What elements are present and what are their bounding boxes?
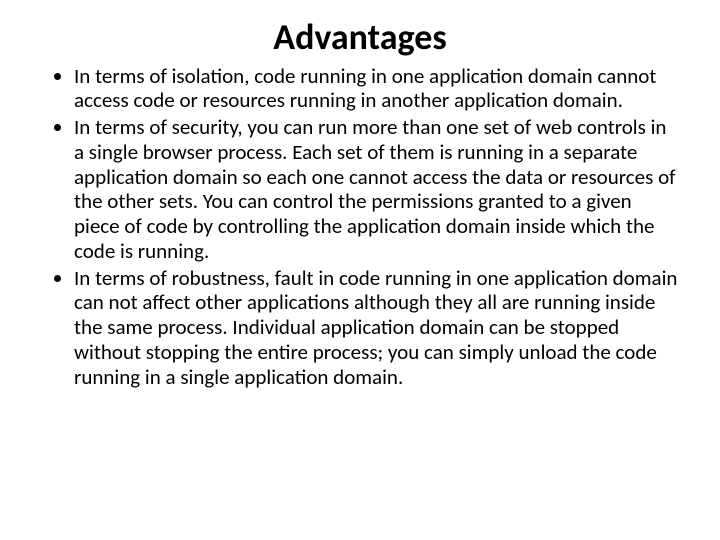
list-item: In terms of isolation, code running in o… [74,64,680,114]
bullet-list: In terms of isolation, code running in o… [40,64,680,390]
list-item: In terms of robustness, fault in code ru… [74,266,680,390]
list-item: In terms of security, you can run more t… [74,115,680,264]
slide: Advantages In terms of isolation, code r… [0,0,720,540]
slide-title: Advantages [40,18,680,58]
